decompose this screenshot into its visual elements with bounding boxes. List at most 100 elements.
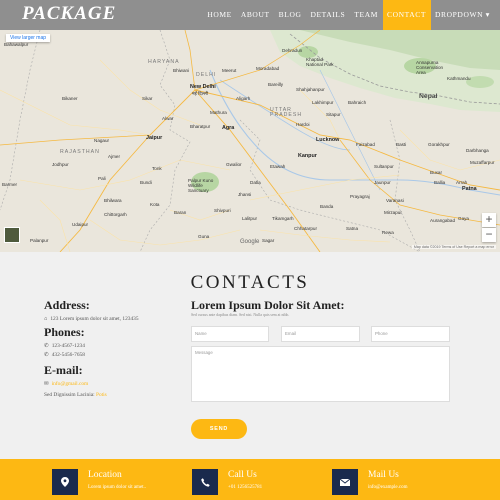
- email-field[interactable]: Email: [281, 326, 360, 342]
- map-label-city: Dehradun: [282, 48, 303, 53]
- phone-text: 432-5456-7658: [51, 352, 85, 358]
- map-label-city: Jhansi: [238, 192, 252, 197]
- contacts-heading: CONTACTS: [190, 272, 310, 293]
- map-label-city: Aurangabad: [430, 218, 456, 223]
- satellite-toggle[interactable]: [4, 227, 20, 243]
- map-label-city: Rewa: [382, 230, 394, 235]
- email-heading: E-mail:: [44, 363, 83, 377]
- map-label-city: Jodhpur: [52, 162, 69, 167]
- note-link[interactable]: Potis: [96, 392, 107, 398]
- footer: Location Lorem ipsum dolor sit amet.. Ca…: [0, 459, 500, 500]
- footer-location-title: Location: [88, 470, 122, 480]
- map-label-city: Jaunpur: [374, 180, 391, 185]
- map-zoom-out-button[interactable]: −: [482, 228, 496, 242]
- navbar: PACKAGE HOME ABOUT BLOG DETAILS TEAM CON…: [0, 0, 500, 30]
- nav-item-about[interactable]: ABOUT: [236, 0, 274, 30]
- map-label-city: Banda: [320, 204, 334, 209]
- map-label-city: Arrah: [456, 180, 468, 185]
- map-label-city: Lalitpur: [242, 216, 258, 221]
- map-label-city: Shivpuri: [214, 208, 231, 213]
- phones-heading: Phones:: [44, 325, 85, 339]
- map-label-city: Sultanpur: [374, 164, 394, 169]
- map-label-city: Ballia: [434, 180, 446, 185]
- map-attribution[interactable]: Map data ©2019 Terms of Use Report a map…: [411, 245, 496, 249]
- map-label-city: Bareilly: [268, 82, 284, 87]
- nav-item-blog[interactable]: BLOG: [274, 0, 306, 30]
- map-label-city: Sitapur: [326, 112, 341, 117]
- map-label-park: Annapurna Conservation Area: [416, 60, 444, 75]
- map-label-city: नई दिल्ली: [192, 91, 209, 96]
- map-label-city: Basti: [396, 142, 407, 147]
- form-title: Lorem Ipsum Dolor Sit Amet:: [191, 298, 345, 312]
- view-larger-map-link[interactable]: View larger map: [6, 34, 51, 42]
- map-label-city: Jaipur: [146, 135, 163, 141]
- form-subtitle: Sed cursus ante dapibus diam. Sed nisi. …: [191, 313, 290, 317]
- map-label-city: Barmer: [2, 182, 18, 187]
- map-label-city: Bhilwara: [104, 198, 122, 203]
- map-label-city: Lucknow: [316, 137, 340, 143]
- nav-item-team[interactable]: TEAM: [350, 0, 383, 30]
- address-line: ⌂ 123 Lorem ipsum dolor sit amet, 123435: [44, 315, 189, 324]
- map-label-city: Patna: [462, 186, 477, 192]
- phone-line: ✆ 432-5456-7658: [44, 351, 189, 360]
- send-button[interactable]: SEND: [191, 419, 247, 439]
- map-label-state: DELHI: [196, 72, 217, 78]
- map-label-city: Kanpur: [298, 153, 317, 159]
- map-label-city: Prayagraj: [350, 194, 370, 199]
- map-label-city: Varanasi: [386, 198, 404, 203]
- nav-item-home[interactable]: HOME: [203, 0, 236, 30]
- map-label-city: Baran: [174, 210, 187, 215]
- map-label-city: Gaya: [458, 216, 469, 221]
- email-link[interactable]: info@gmail.com: [52, 380, 89, 389]
- phone-line: ✆ 123-4567-1234: [44, 342, 189, 351]
- map-label-city: Muzaffarpur: [470, 160, 495, 165]
- map-label-city: Gwalior: [226, 162, 242, 167]
- map-label-city: Satna: [346, 226, 359, 231]
- email-line: ✉ info@gmail.com: [44, 380, 189, 389]
- nav-item-details[interactable]: DETAILS: [306, 0, 350, 30]
- name-field[interactable]: Name: [191, 326, 269, 342]
- embedded-map[interactable]: View larger map Bahawalpur HARYANA DELHI…: [0, 30, 500, 252]
- map-label-city: Mathura: [210, 110, 227, 115]
- phone-icon: [192, 469, 218, 495]
- footer-mail-text: info@example.com: [368, 485, 408, 490]
- map-label-city: Chittorgarh: [104, 212, 127, 217]
- contact-info: Address: ⌂ 123 Lorem ipsum dolor sit ame…: [44, 298, 189, 400]
- phone-field[interactable]: Phone: [371, 326, 450, 342]
- map-label-city: Udaipur: [72, 222, 89, 227]
- nav-item-dropdown[interactable]: DROPDOWN ▾: [431, 0, 500, 30]
- map-label-state: UTTAR PRADESH: [270, 107, 303, 118]
- address-text: 123 Lorem ipsum dolor sit amet, 123435: [50, 316, 139, 322]
- map-label-city: Sikar: [142, 96, 153, 101]
- map-label-state: HARYANA: [148, 59, 180, 65]
- note-line: Sed Dignissim Lacinia: Potis: [44, 391, 189, 400]
- map-zoom-in-button[interactable]: +: [482, 213, 496, 227]
- contact-form: Lorem Ipsum Dolor Sit Amet: Sed cursus a…: [191, 298, 451, 439]
- map-label-city: Faizabad: [356, 142, 375, 147]
- map-label-city: Bundi: [140, 180, 152, 185]
- map-label-city: Tonk: [152, 166, 162, 171]
- message-field[interactable]: Message: [191, 346, 450, 402]
- map-label-city: New Delhi: [190, 84, 216, 90]
- map-label-city: Guna: [198, 234, 210, 239]
- map-label-city: Pali: [98, 176, 106, 181]
- map-label-city: Meerut: [222, 68, 237, 73]
- map-label-city: Agra: [222, 125, 235, 131]
- map-label-city: Palanpur: [30, 238, 49, 243]
- main-nav: HOME ABOUT BLOG DETAILS TEAM CONTACT DRO…: [203, 0, 500, 30]
- map-label-city: Aligarh: [236, 96, 251, 101]
- map-label-city: Buxar: [430, 170, 443, 175]
- site-logo[interactable]: PACKAGE: [22, 3, 116, 25]
- map-label-city: Gorakhpur: [428, 142, 450, 147]
- map-label-park: Palpur Kuno Wildlife Sanctuary: [188, 178, 214, 193]
- map-label-city: Datia: [250, 180, 261, 185]
- map-label-city: Hardoi: [296, 122, 310, 127]
- nav-item-contact[interactable]: CONTACT: [382, 0, 431, 30]
- map-label-city: Ajmer: [108, 154, 120, 159]
- map-label-city: Tikamgarh: [272, 216, 294, 221]
- map-label-city: Lakhimpur: [312, 100, 334, 105]
- map-label-city: Nagaur: [94, 138, 110, 143]
- map-label-state: RAJASTHAN: [60, 149, 100, 155]
- map-label-city: Chhatarpur: [294, 226, 317, 231]
- map-label-city: Alwar: [162, 116, 174, 121]
